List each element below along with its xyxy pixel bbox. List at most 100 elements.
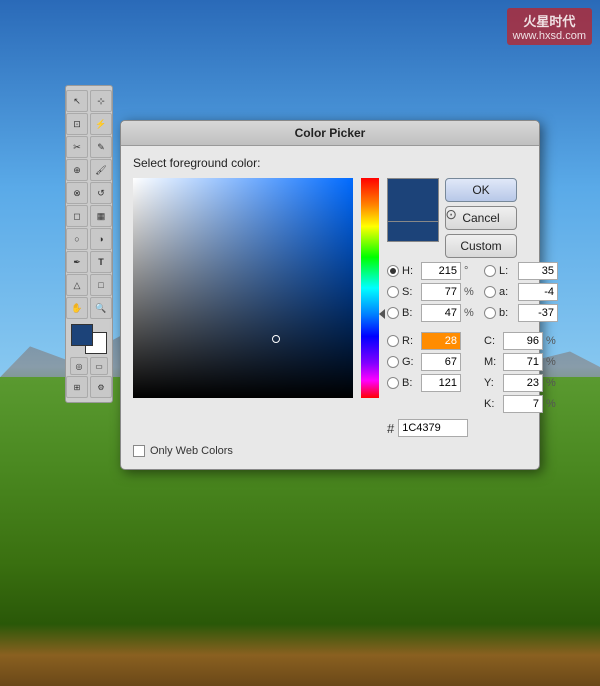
magic-wand-tool[interactable]: ⚡ <box>90 113 112 135</box>
tool-row-5: ⊗ ↺ <box>66 182 112 204</box>
path-tool[interactable]: △ <box>66 274 88 296</box>
label-r: R: <box>402 335 418 347</box>
move-tool[interactable]: ↖ <box>66 90 88 112</box>
label-b: B: <box>402 307 418 319</box>
color-preview-old <box>387 222 439 242</box>
field-row-s: S: % <box>387 283 478 301</box>
stamp-tool[interactable]: ⊗ <box>66 182 88 204</box>
shape-tool[interactable]: □ <box>90 274 112 296</box>
input-b3[interactable] <box>518 304 558 322</box>
eraser-tool[interactable]: ◻ <box>66 205 88 227</box>
tool-row-6: ◻ ▦ <box>66 205 112 227</box>
select-tool[interactable]: ⊹ <box>90 90 112 112</box>
lasso-tool[interactable]: ⊡ <box>66 113 88 135</box>
input-k[interactable] <box>503 395 543 413</box>
zoom-tool[interactable]: 🔍 <box>90 297 112 319</box>
label-k: K: <box>484 398 500 410</box>
input-c[interactable] <box>503 332 543 350</box>
history-tool[interactable]: ↺ <box>90 182 112 204</box>
only-web-checkbox[interactable] <box>133 445 145 457</box>
hue-strip[interactable] <box>361 178 379 398</box>
unit-h: ° <box>464 265 478 277</box>
custom-button[interactable]: Custom <box>445 234 517 258</box>
watermark-url: www.hxsd.com <box>513 30 586 42</box>
radio-b[interactable] <box>387 307 399 319</box>
ok-button[interactable]: OK <box>445 178 517 202</box>
text-tool[interactable]: T <box>90 251 112 273</box>
hue-strip-wrap <box>361 178 379 398</box>
tool-row-extra: ⊞ ⚙ <box>66 376 112 398</box>
field-row-b: B: % <box>387 304 478 322</box>
input-l[interactable] <box>518 262 558 280</box>
radio-b2[interactable] <box>387 377 399 389</box>
heal-tool[interactable]: ⊕ <box>66 159 88 181</box>
radio-a[interactable] <box>484 286 496 298</box>
radio-g[interactable] <box>387 356 399 368</box>
input-s[interactable] <box>421 283 461 301</box>
select-foreground-label: Select foreground color: <box>133 156 527 170</box>
input-a[interactable] <box>518 283 558 301</box>
hue-arrow <box>379 309 385 319</box>
field-row-k: K: % <box>484 395 560 413</box>
input-g[interactable] <box>421 353 461 371</box>
extra-tool-1[interactable]: ⊞ <box>66 376 88 398</box>
dialog-body: Select foreground color: <box>121 146 539 469</box>
input-b2[interactable] <box>421 374 461 392</box>
label-g: G: <box>402 356 418 368</box>
input-y[interactable] <box>503 374 543 392</box>
hex-label: # <box>387 421 394 436</box>
field-row-b3: b: <box>484 304 560 322</box>
label-b3: b: <box>499 307 515 319</box>
input-m[interactable] <box>503 353 543 371</box>
picker-main: ⊙ OK Cancel Custom H: <box>133 178 527 437</box>
brush-tool[interactable]: 🖌 <box>90 159 112 181</box>
watermark-logo: 火星时代 <box>513 11 586 30</box>
tool-row-1: ↖ ⊹ <box>66 90 112 112</box>
tool-row-9: △ □ <box>66 274 112 296</box>
dialog-titlebar: Color Picker <box>121 121 539 146</box>
unit-y: % <box>546 377 560 389</box>
color-field[interactable] <box>133 178 353 398</box>
input-h[interactable] <box>421 262 461 280</box>
radio-s[interactable] <box>387 286 399 298</box>
quick-mask-icon[interactable]: ◎ <box>70 357 88 375</box>
input-b[interactable] <box>421 304 461 322</box>
label-c: C: <box>484 335 500 347</box>
field-row-l: L: <box>484 262 560 280</box>
label-s: S: <box>402 286 418 298</box>
radio-b3[interactable] <box>484 307 496 319</box>
dodge-tool[interactable]: ◑ <box>90 228 112 250</box>
gradient-tool[interactable]: ▦ <box>90 205 112 227</box>
hand-tool[interactable]: ✋ <box>66 297 88 319</box>
color-preview-current <box>387 178 439 222</box>
only-web-row: Only Web Colors <box>133 445 527 457</box>
fields-col-right: L: a: b: <box>484 262 560 413</box>
field-row-h: H: ° <box>387 262 478 280</box>
foreground-color-box[interactable] <box>71 324 93 346</box>
hex-input[interactable] <box>398 419 468 437</box>
input-r[interactable] <box>421 332 461 350</box>
screen-mode-icon[interactable]: ▭ <box>90 357 108 375</box>
crop-tool[interactable]: ✂ <box>66 136 88 158</box>
color-field-overlay <box>133 178 353 398</box>
radio-l[interactable] <box>484 265 496 277</box>
label-h: H: <box>402 265 418 277</box>
mini-icons-row: ◎ ▭ <box>70 357 108 375</box>
pen-tool[interactable]: ✒ <box>66 251 88 273</box>
unit-s: % <box>464 286 478 298</box>
tool-row-10: ✋ 🔍 <box>66 297 112 319</box>
preview-buttons-row: ⊙ OK Cancel Custom <box>387 178 560 258</box>
blur-tool[interactable]: ○ <box>66 228 88 250</box>
radio-r[interactable] <box>387 335 399 347</box>
field-row-c: C: % <box>484 332 560 350</box>
label-l: L: <box>499 265 515 277</box>
label-b2: B: <box>402 377 418 389</box>
unit-b: % <box>464 307 478 319</box>
radio-h[interactable] <box>387 265 399 277</box>
extra-tool-2[interactable]: ⚙ <box>90 376 112 398</box>
dialog-title: Color Picker <box>295 126 366 140</box>
eye-dropper-icon[interactable]: ⊙ <box>445 206 457 223</box>
fields-columns: H: ° S: % <box>387 262 560 413</box>
field-row-r: R: <box>387 332 478 350</box>
eyedropper-tool[interactable]: ✎ <box>90 136 112 158</box>
